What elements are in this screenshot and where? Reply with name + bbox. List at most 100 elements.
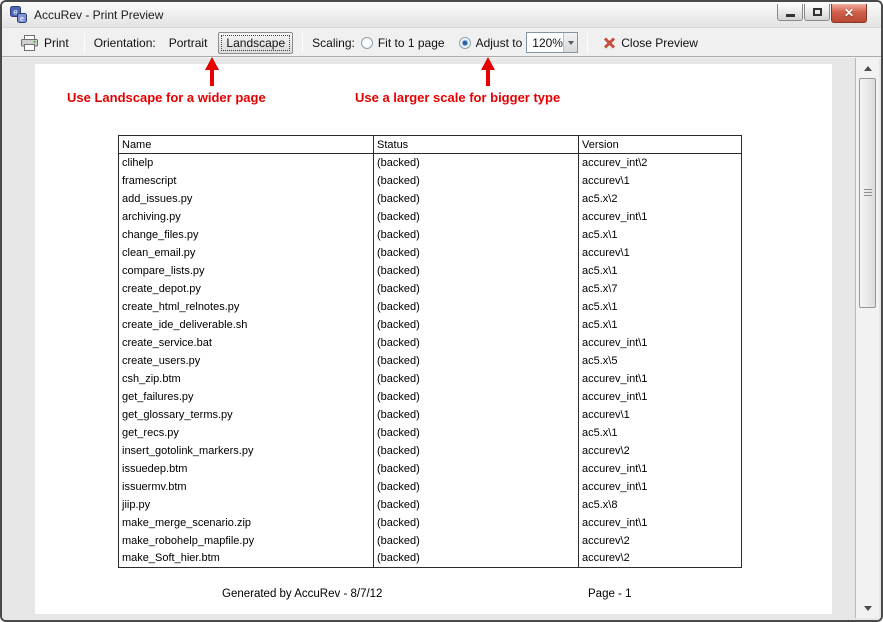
table-cell: accurev_int\1	[579, 388, 742, 406]
close-preview-button[interactable]: Close Preview	[597, 33, 704, 53]
table-cell: accurev_int\1	[579, 478, 742, 496]
landscape-button[interactable]: Landscape	[218, 32, 293, 54]
table-cell: (backed)	[374, 370, 579, 388]
maximize-icon	[813, 8, 822, 16]
close-window-button[interactable]: ✕	[831, 4, 867, 23]
table-cell: make_robohelp_mapfile.py	[119, 532, 374, 550]
table-cell: create_html_relnotes.py	[119, 298, 374, 316]
table-cell: issuedep.btm	[119, 460, 374, 478]
table-cell: clean_email.py	[119, 244, 374, 262]
table-row: make_merge_scenario.zip(backed)accurev_i…	[119, 514, 742, 532]
table-row: clean_email.py(backed)accurev\1	[119, 244, 742, 262]
table-cell: (backed)	[374, 496, 579, 514]
table-cell: create_users.py	[119, 352, 374, 370]
arrow-up-icon	[205, 57, 219, 70]
table-row: csh_zip.btm(backed)accurev_int\1	[119, 370, 742, 388]
table-cell: get_recs.py	[119, 424, 374, 442]
table-row: make_Soft_hier.btm(backed)accurev\2	[119, 550, 742, 568]
annotation-scale-note: Use a larger scale for bigger type	[355, 90, 560, 105]
page-number-text: Page - 1	[588, 588, 631, 600]
fit-to-one-page-radio[interactable]: Fit to 1 page	[361, 36, 445, 50]
vertical-scrollbar[interactable]	[855, 58, 879, 618]
table-row: create_service.bat(backed)accurev_int\1	[119, 334, 742, 352]
table-cell: (backed)	[374, 298, 579, 316]
table-cell: (backed)	[374, 514, 579, 532]
table-cell: create_ide_deliverable.sh	[119, 316, 374, 334]
preview-table-head-row: NameStatusVersion	[119, 136, 742, 154]
orientation-label: Orientation:	[94, 36, 156, 50]
table-cell: ac5.x\1	[579, 424, 742, 442]
table-row: framescript(backed)accurev\1	[119, 172, 742, 190]
annotation-landscape-note: Use Landscape for a wider page	[67, 90, 266, 105]
table-cell: (backed)	[374, 208, 579, 226]
table-row: make_robohelp_mapfile.py(backed)accurev\…	[119, 532, 742, 550]
minimize-button[interactable]	[777, 4, 803, 21]
chevron-down-icon	[568, 41, 574, 45]
table-row: create_depot.py(backed)ac5.x\7	[119, 280, 742, 298]
maximize-button[interactable]	[804, 4, 830, 21]
table-cell: accurev_int\1	[579, 334, 742, 352]
table-row: create_users.py(backed)ac5.x\5	[119, 352, 742, 370]
window-title: AccuRev - Print Preview	[34, 8, 163, 22]
table-cell: create_depot.py	[119, 280, 374, 298]
table-cell: accurev\1	[579, 172, 742, 190]
table-cell: accurev_int\1	[579, 208, 742, 226]
table-cell: (backed)	[374, 316, 579, 334]
table-cell: change_files.py	[119, 226, 374, 244]
scrollbar-thumb[interactable]	[859, 78, 876, 308]
scroll-down-button[interactable]	[858, 600, 878, 617]
triangle-down-icon	[864, 606, 872, 611]
scale-select[interactable]: 120%	[526, 32, 578, 53]
table-cell: ac5.x\1	[579, 262, 742, 280]
table-cell: csh_zip.btm	[119, 370, 374, 388]
table-cell: (backed)	[374, 154, 579, 172]
combo-dropdown-button[interactable]	[563, 33, 577, 52]
table-cell: accurev\2	[579, 442, 742, 460]
table-cell: accurev\1	[579, 406, 742, 424]
preview-area: Use Landscape for a wider page Use a lar…	[2, 58, 881, 620]
print-button[interactable]: Print	[14, 32, 75, 54]
preview-page: Use Landscape for a wider page Use a lar…	[35, 64, 832, 614]
red-x-icon	[603, 37, 616, 49]
toolbar-separator	[302, 33, 303, 53]
preview-table-body: clihelp(backed)accurev_int\2framescript(…	[119, 154, 742, 568]
table-cell: create_service.bat	[119, 334, 374, 352]
table-row: create_ide_deliverable.sh(backed)ac5.x\1	[119, 316, 742, 334]
radio-checked-icon	[459, 37, 471, 49]
table-row: issuermv.btm(backed)accurev_int\1	[119, 478, 742, 496]
scale-value: 120%	[527, 36, 563, 50]
table-row: add_issues.py(backed)ac5.x\2	[119, 190, 742, 208]
column-header: Status	[374, 136, 579, 154]
table-cell: ac5.x\1	[579, 298, 742, 316]
adjust-to-label: Adjust to	[476, 36, 523, 50]
portrait-button[interactable]: Portrait	[162, 33, 215, 53]
table-cell: issuermv.btm	[119, 478, 374, 496]
table-cell: (backed)	[374, 532, 579, 550]
minimize-icon	[786, 14, 795, 17]
svg-text:e: e	[20, 16, 24, 23]
table-cell: archiving.py	[119, 208, 374, 226]
adjust-to-radio[interactable]: Adjust to	[459, 36, 523, 50]
table-cell: get_glossary_terms.py	[119, 406, 374, 424]
table-cell: (backed)	[374, 190, 579, 208]
annotation-arrow-landscape	[204, 57, 220, 87]
table-row: get_glossary_terms.py(backed)accurev\1	[119, 406, 742, 424]
table-cell: jiip.py	[119, 496, 374, 514]
table-row: get_recs.py(backed)ac5.x\1	[119, 424, 742, 442]
accurev-app-icon: e e	[10, 6, 27, 23]
print-preview-window: e e AccuRev - Print Preview ✕ Print Orie…	[0, 0, 883, 622]
table-cell: make_Soft_hier.btm	[119, 550, 374, 568]
table-cell: compare_lists.py	[119, 262, 374, 280]
preview-table: NameStatusVersion clihelp(backed)accurev…	[118, 135, 742, 568]
table-cell: ac5.x\5	[579, 352, 742, 370]
table-cell: accurev\1	[579, 244, 742, 262]
toolbar-separator	[587, 33, 588, 53]
generated-by-text: Generated by AccuRev - 8/7/12	[222, 588, 382, 600]
table-cell: (backed)	[374, 478, 579, 496]
table-cell: (backed)	[374, 406, 579, 424]
scroll-up-button[interactable]	[858, 60, 878, 77]
thumb-grip-icon	[864, 189, 872, 197]
window-controls: ✕	[776, 4, 867, 23]
table-cell: (backed)	[374, 244, 579, 262]
column-header: Version	[579, 136, 742, 154]
